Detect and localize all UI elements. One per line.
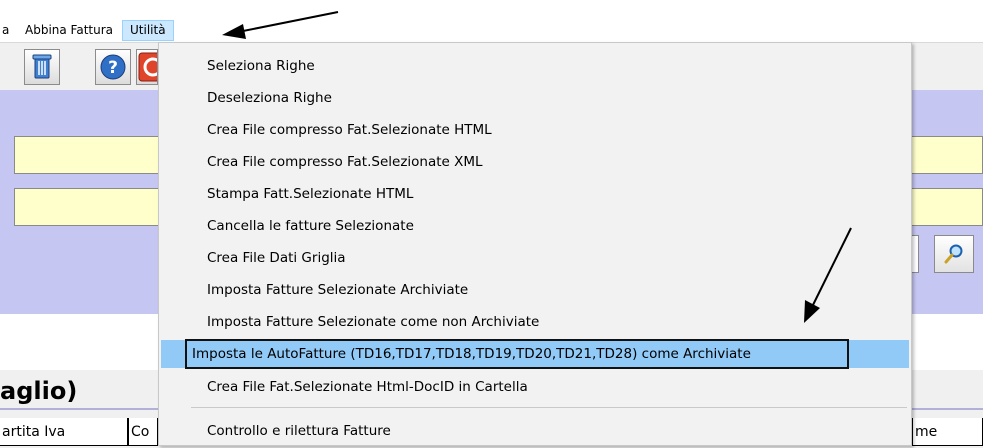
menu-bar-items: a Abbina Fattura Utilità xyxy=(0,19,174,42)
trash-icon xyxy=(32,54,52,79)
menu-stampa-html[interactable]: Stampa Fatt.Selezionate HTML xyxy=(161,180,909,208)
menu-imposta-archiviate[interactable]: Imposta Fatture Selezionate Archiviate xyxy=(161,276,909,304)
menu-crea-html-docid[interactable]: Crea File Fat.Selezionate Html-DocID in … xyxy=(161,373,909,401)
trash-button[interactable] xyxy=(24,49,60,85)
search-button[interactable] xyxy=(934,235,974,273)
column-partita-iva[interactable]: artita Iva xyxy=(0,418,128,446)
menu-item-partial[interactable]: a xyxy=(0,20,16,41)
column-co[interactable]: Co xyxy=(128,418,158,446)
menu-imposta-non-archiviate[interactable]: Imposta Fatture Selezionate come non Arc… xyxy=(161,308,909,336)
magnifier-icon xyxy=(944,244,963,264)
svg-text:?: ? xyxy=(108,58,118,78)
help-button[interactable]: ? xyxy=(95,49,131,85)
menu-deseleziona-righe[interactable]: Deseleziona Righe xyxy=(161,84,909,112)
menu-utilita[interactable]: Utilità xyxy=(122,20,174,41)
menu-imposta-autofatture-label: Imposta le AutoFatture (TD16,TD17,TD18,T… xyxy=(192,346,751,362)
menu-controllo-rilettura[interactable]: Controllo e rilettura Fatture xyxy=(161,417,909,445)
utilita-dropdown-menu: Seleziona Righe Deseleziona Righe Crea F… xyxy=(158,42,912,446)
column-nome[interactable]: me xyxy=(912,418,983,446)
menu-bar: a Abbina Fattura Utilità xyxy=(0,0,983,42)
menu-abbina-fattura[interactable]: Abbina Fattura xyxy=(16,20,122,41)
menu-cancella-fatture[interactable]: Cancella le fatture Selezionate xyxy=(161,212,909,240)
detail-title: aglio) xyxy=(0,377,78,405)
menu-separator xyxy=(191,407,907,408)
menu-crea-compresso-xml[interactable]: Crea File compresso Fat.Selezionate XML xyxy=(161,148,909,176)
menu-crea-dati-griglia[interactable]: Crea File Dati Griglia xyxy=(161,244,909,272)
menu-imposta-autofatture-archiviate[interactable]: Imposta le AutoFatture (TD16,TD17,TD18,T… xyxy=(161,340,909,368)
close-icon xyxy=(138,52,157,82)
help-icon: ? xyxy=(100,54,126,80)
close-button[interactable] xyxy=(136,49,158,85)
menu-crea-compresso-html[interactable]: Crea File compresso Fat.Selezionate HTML xyxy=(161,116,909,144)
menu-seleziona-righe[interactable]: Seleziona Righe xyxy=(161,52,909,80)
